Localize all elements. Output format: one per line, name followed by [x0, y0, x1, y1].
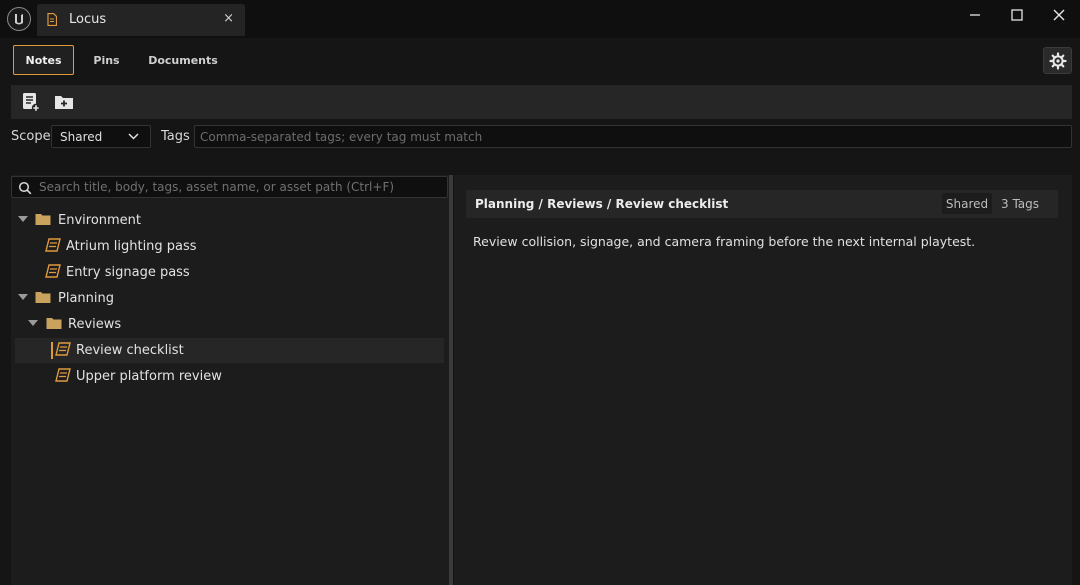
folder-icon [46, 318, 62, 329]
tree-item-label: Atrium lighting pass [66, 239, 197, 254]
tab-pins[interactable]: Pins [84, 45, 129, 75]
minimize-button[interactable] [963, 5, 987, 25]
new-folder-icon [55, 96, 73, 109]
document-tab[interactable]: Locus × [37, 4, 245, 36]
note-body: Review collision, signage, and camera fr… [473, 234, 976, 249]
note-breadcrumb: Planning / Reviews / Review checklist [475, 197, 729, 211]
tags-count[interactable]: 3 Tags [1001, 197, 1039, 211]
note-icon [45, 238, 61, 252]
tab-close-button[interactable]: × [223, 11, 234, 26]
tab-title: Locus [69, 12, 107, 27]
mode-tab-bar: Notes Pins Documents [0, 38, 1080, 82]
note-tree-panel: Search title, body, tags, asset name, or… [11, 175, 449, 585]
note-header: Planning / Reviews / Review checklist Sh… [466, 190, 1058, 218]
note-icon [55, 368, 71, 382]
tree-item-label: Entry signage pass [66, 265, 190, 280]
folder-icon [35, 214, 51, 225]
tags-placeholder: Comma-separated tags; every tag must mat… [200, 130, 483, 144]
maximize-button[interactable] [1005, 5, 1029, 25]
tags-label: Tags [161, 129, 190, 144]
tree-folder-environment[interactable]: Environment [15, 208, 444, 233]
note-document-icon [47, 12, 58, 29]
tree-item-label: Reviews [68, 317, 122, 332]
tree-item-label: Planning [58, 291, 114, 306]
tree-folder-planning[interactable]: Planning [15, 286, 444, 311]
expand-arrow-icon [18, 216, 28, 222]
expand-arrow-icon [28, 320, 38, 326]
search-placeholder: Search title, body, tags, asset name, or… [39, 180, 395, 194]
tree-item-label: Environment [58, 213, 142, 228]
maximize-icon [1011, 9, 1023, 21]
tree-item-label: Upper platform review [76, 369, 222, 384]
tree-note-upper-platform-review[interactable]: Upper platform review [15, 364, 444, 389]
tree-note-atrium-lighting-pass[interactable]: Atrium lighting pass [15, 234, 444, 259]
tree-item-label: Review checklist [76, 343, 184, 358]
close-window-button[interactable] [1047, 5, 1071, 25]
close-icon [1053, 9, 1065, 21]
panel-splitter[interactable] [449, 175, 453, 585]
new-note-button[interactable] [20, 91, 42, 113]
note-icon [45, 264, 61, 278]
unreal-logo-icon[interactable] [7, 7, 31, 31]
scope-value: Shared [60, 130, 103, 144]
filter-row: Scope Shared Tags Comma-separated tags; … [0, 125, 1080, 149]
expand-arrow-icon [18, 294, 28, 300]
new-folder-button[interactable] [53, 91, 75, 113]
scope-label: Scope [11, 129, 51, 144]
tree-note-entry-signage-pass[interactable]: Entry signage pass [15, 260, 444, 285]
gear-icon [1049, 52, 1067, 70]
tab-notes[interactable]: Notes [13, 45, 74, 75]
folder-icon [35, 292, 51, 303]
minimize-icon [970, 14, 980, 16]
search-icon [18, 181, 32, 195]
tree-note-review-checklist[interactable]: Review checklist [15, 338, 444, 363]
tab-documents[interactable]: Documents [145, 45, 221, 75]
title-bar: Locus × [0, 0, 1080, 38]
new-note-icon [23, 93, 41, 113]
scope-badge: Shared [942, 193, 992, 214]
note-icon [55, 342, 71, 356]
scope-dropdown[interactable]: Shared [51, 125, 151, 148]
tree-folder-reviews[interactable]: Reviews [15, 312, 444, 337]
search-input[interactable]: Search title, body, tags, asset name, or… [11, 176, 448, 198]
selection-indicator [51, 342, 53, 359]
toolbar [11, 85, 1072, 119]
settings-button[interactable] [1043, 47, 1072, 74]
tags-input[interactable]: Comma-separated tags; every tag must mat… [194, 125, 1072, 148]
chevron-down-icon [128, 133, 139, 140]
note-detail-panel: Planning / Reviews / Review checklist Sh… [454, 175, 1072, 585]
